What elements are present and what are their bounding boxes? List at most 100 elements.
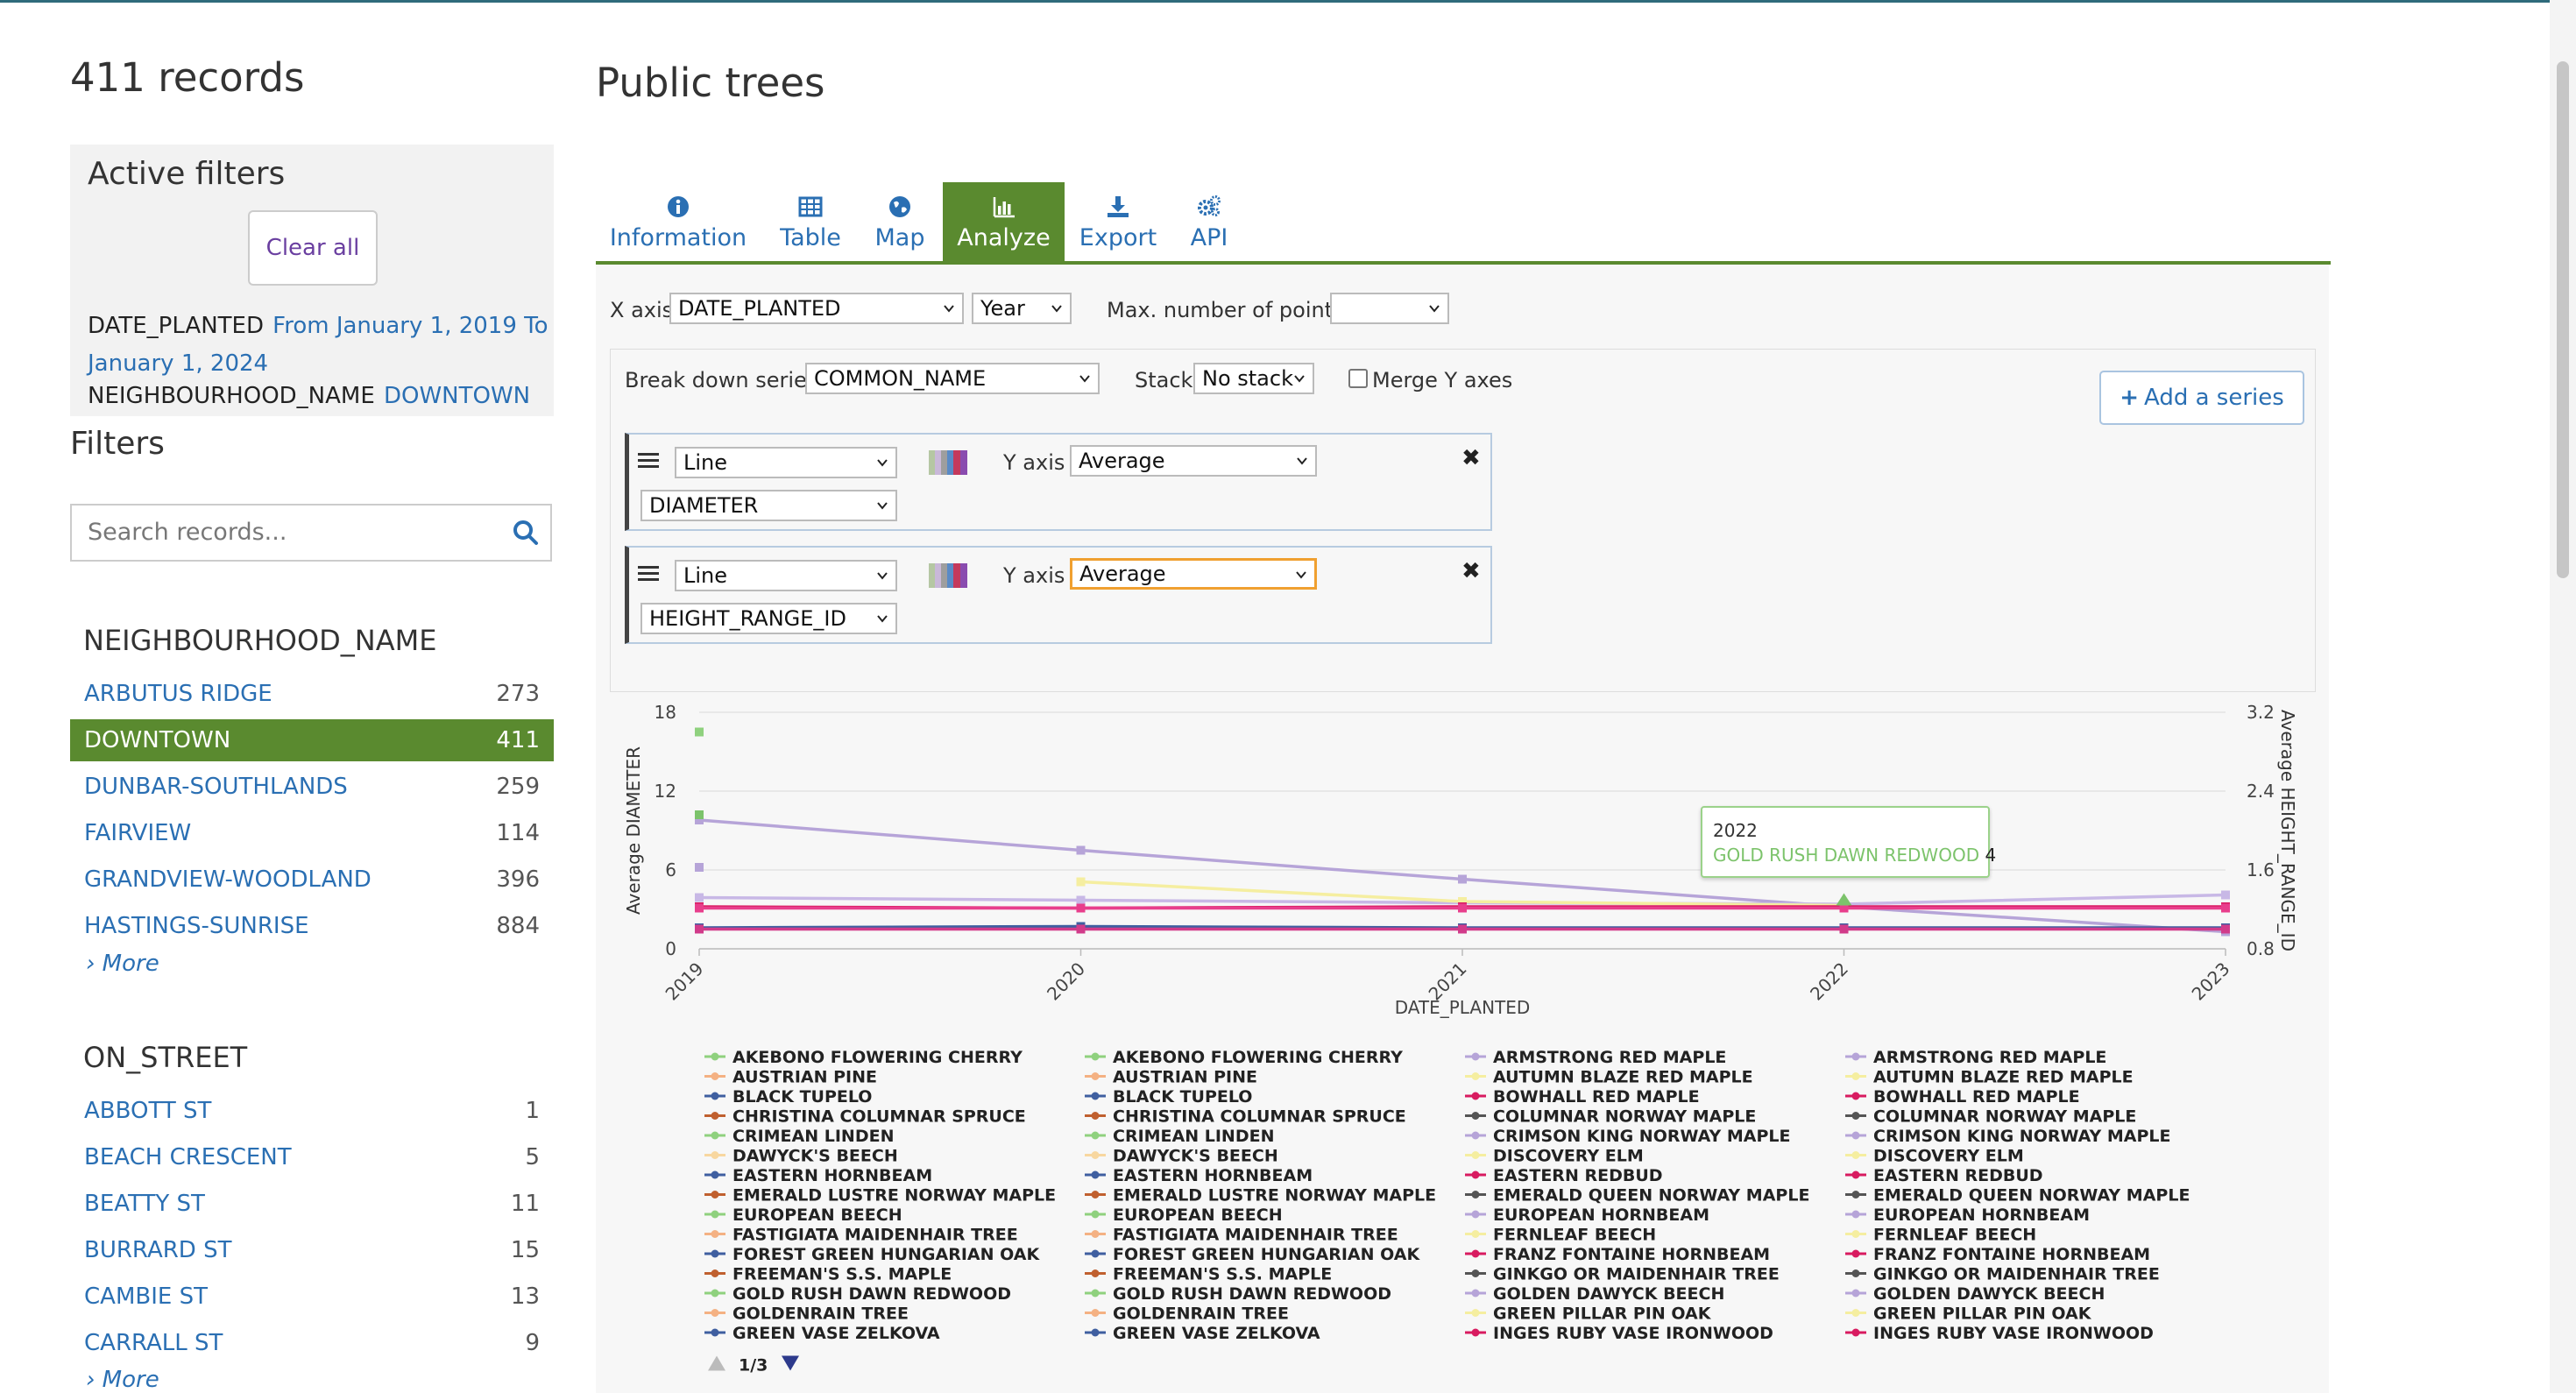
tab-api[interactable]: API	[1171, 182, 1248, 263]
legend-marker	[1471, 1230, 1480, 1238]
facet-more-link[interactable]: › More	[86, 951, 159, 977]
tab-table[interactable]: Table	[766, 182, 855, 263]
facet-item[interactable]: HASTINGS-SUNRISE 884	[70, 905, 554, 947]
legend-marker	[1851, 1112, 1860, 1120]
facet-item-count: 114	[496, 820, 540, 846]
max-points-select[interactable]	[1330, 293, 1449, 324]
legend-item-label: CRIMSON KING NORWAY MAPLE	[1873, 1127, 2170, 1146]
chevron-down-icon	[1296, 571, 1306, 579]
series-point	[2221, 924, 2230, 934]
facet-item[interactable]: BEACH CRESCENT 5	[70, 1136, 554, 1178]
search-icon[interactable]	[513, 520, 539, 546]
color-palette-icon[interactable]	[929, 563, 967, 588]
series-field-select[interactable]: DIAMETER	[640, 490, 897, 521]
breakdown-select[interactable]: COMMON_NAME	[805, 363, 1100, 394]
color-palette-icon[interactable]	[929, 450, 967, 475]
facet-item[interactable]: GRANDVIEW-WOODLAND 396	[70, 859, 554, 901]
legend-marker	[1471, 1131, 1480, 1140]
legend-item-label: INGES RUBY VASE IRONWOOD	[1493, 1324, 1773, 1343]
facet-more-link[interactable]: › More	[86, 1367, 159, 1393]
series-field-select[interactable]: HEIGHT_RANGE_ID	[640, 603, 897, 634]
chevron-down-icon	[877, 615, 888, 623]
legend-item-label: FERNLEAF BEECH	[1873, 1226, 2036, 1245]
series-point	[1076, 845, 1086, 855]
series-field-value: HEIGHT_RANGE_ID	[649, 606, 846, 631]
facet-item-count: 411	[496, 727, 540, 753]
legend-item-label: AUTUMN BLAZE RED MAPLE	[1493, 1068, 1753, 1087]
legend-marker	[1091, 1191, 1100, 1199]
page-title: Public trees	[596, 60, 825, 106]
remove-series-button[interactable]: ✖	[1461, 558, 1481, 584]
facet-title-on-street: ON_STREET	[83, 1041, 248, 1074]
clear-all-button[interactable]: Clear all	[248, 210, 378, 286]
remove-series-button[interactable]: ✖	[1461, 445, 1481, 471]
legend-marker	[711, 1230, 719, 1238]
series-type-select[interactable]: Line	[675, 447, 897, 478]
facet-item[interactable]: ABBOTT ST 1	[70, 1090, 554, 1132]
tab-information[interactable]: Information	[596, 182, 761, 263]
legend-item-label: EMERALD LUSTRE NORWAY MAPLE	[1113, 1186, 1436, 1206]
legend-marker	[1471, 1269, 1480, 1277]
legend-item-label: COLUMNAR NORWAY MAPLE	[1873, 1107, 2136, 1127]
active-filter-date[interactable]: DATE_PLANTED From January 1, 2019 To Jan…	[88, 308, 552, 384]
facet-item[interactable]: CAMBIE ST 13	[70, 1276, 554, 1318]
tab-analyze[interactable]: Analyze	[943, 182, 1065, 263]
legend-marker	[1471, 1092, 1480, 1100]
series-type-select[interactable]: Line	[675, 560, 897, 591]
x-axis-value: DATE_PLANTED	[678, 296, 841, 321]
aggregation-select[interactable]: Average	[1070, 445, 1317, 477]
line-chart: 1812603.22.41.60.82019 2020 2021 2022 2023DA…	[623, 702, 2298, 1375]
legend-item-label: AUSTRIAN PINE	[732, 1068, 877, 1087]
legend-item-label: DISCOVERY ELM	[1493, 1147, 1644, 1166]
legend-item-label: EMERALD QUEEN NORWAY MAPLE	[1493, 1186, 1809, 1206]
drag-handle-icon[interactable]	[638, 565, 659, 583]
facet-item[interactable]: FAIRVIEW 114	[70, 812, 554, 854]
legend-marker	[1851, 1052, 1860, 1061]
facet-item-count: 884	[496, 913, 540, 939]
facet-item[interactable]: CARRALL ST 9	[70, 1322, 554, 1364]
chart-tooltip: 2022 GOLD RUSH DAWN REDWOOD 4	[1701, 806, 1996, 878]
facet-item-selected[interactable]: DOWNTOWN 411	[70, 719, 554, 761]
legend-item-label: FASTIGIATA MAIDENHAIR TREE	[1113, 1226, 1398, 1245]
facet-item-count: 259	[496, 774, 540, 800]
legend-item-label: ARMSTRONG RED MAPLE	[1873, 1048, 2106, 1067]
facet-item-label: HASTINGS-SUNRISE	[84, 913, 309, 939]
stack-select[interactable]: No stack	[1193, 363, 1314, 394]
tooltip-line: GOLD RUSH DAWN REDWOOD 4	[1713, 845, 1996, 866]
scrollbar-thumb[interactable]	[2557, 61, 2569, 578]
y-right-tick-label: 0.8	[2247, 938, 2275, 959]
series-type-value: Line	[683, 563, 728, 588]
facet-item[interactable]: BURRARD ST 15	[70, 1229, 554, 1271]
facet-item[interactable]: DUNBAR-SOUTHLANDS 259	[70, 766, 554, 808]
legend-marker	[1471, 1072, 1480, 1080]
legend-item-label: FOREST GREEN HUNGARIAN OAK	[732, 1245, 1040, 1264]
x-period-select[interactable]: Year	[972, 293, 1072, 324]
legend-item-label: FOREST GREEN HUNGARIAN OAK	[1113, 1245, 1420, 1264]
drag-handle-icon[interactable]	[638, 452, 659, 470]
tab-map[interactable]: Map	[864, 182, 936, 263]
legend-item-label: COLUMNAR NORWAY MAPLE	[1493, 1107, 1756, 1127]
facet-item[interactable]: BEATTY ST 11	[70, 1183, 554, 1225]
y-right-axis-title: Average HEIGHT_RANGE_ID	[2277, 710, 2298, 951]
merge-y-axes-checkbox[interactable]	[1348, 369, 1368, 388]
legend-item-label: GREEN VASE ZELKOVA	[732, 1324, 940, 1343]
legend-item-label: GOLDEN DAWYCK BEECH	[1873, 1284, 2105, 1304]
aggregation-select[interactable]: Average	[1070, 558, 1317, 590]
legend-marker	[1471, 1052, 1480, 1061]
legend-item-label: EASTERN REDBUD	[1493, 1166, 1663, 1185]
active-filter-neighbourhood[interactable]: NEIGHBOURHOOD_NAME DOWNTOWN	[88, 378, 552, 416]
add-series-button[interactable]: + Add a series	[2099, 371, 2304, 425]
legend-item-label: AUSTRIAN PINE	[1113, 1068, 1257, 1087]
legend-marker	[1851, 1151, 1860, 1159]
facet-item-count: 5	[525, 1144, 540, 1170]
x-axis-select[interactable]: DATE_PLANTED	[669, 293, 964, 324]
x-tick-label: 2023	[2188, 958, 2234, 1005]
tab-export[interactable]: Export	[1071, 182, 1165, 263]
chevron-down-icon	[944, 305, 954, 313]
active-filter-value[interactable]: DOWNTOWN	[384, 383, 530, 409]
legend-item-label: GINKGO OR MAIDENHAIR TREE	[1873, 1265, 2160, 1284]
chevron-down-icon	[1079, 375, 1090, 383]
y-left-tick-label: 12	[655, 781, 676, 802]
active-filter-key: NEIGHBOURHOOD_NAME	[88, 383, 375, 409]
facet-item[interactable]: ARBUTUS RIDGE 273	[70, 673, 554, 715]
